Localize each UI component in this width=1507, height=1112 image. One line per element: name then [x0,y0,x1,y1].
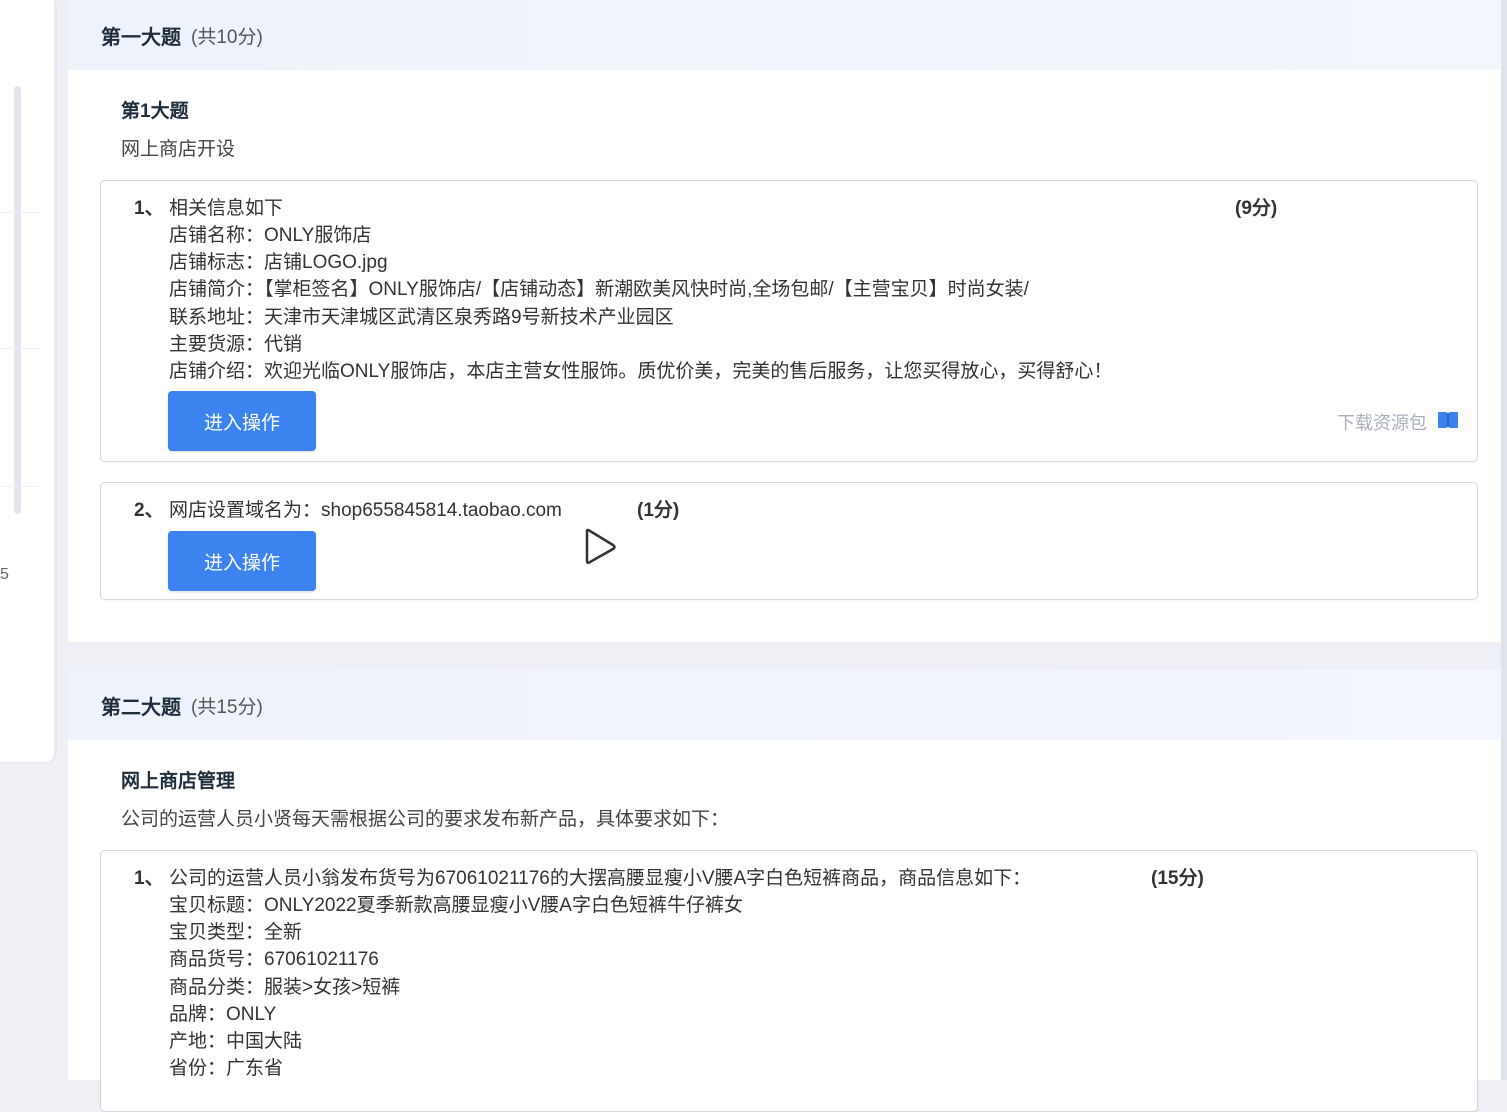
section-title: 第二大题 [101,696,181,719]
sidebar-divider [0,212,40,213]
section-body-1: 第1大题 网上商店开设 1、 相关信息如下 店铺名称：ONLY服饰店 店铺标志：… [68,70,1507,642]
download-resource-link[interactable]: 下载资源包 [1337,409,1459,435]
info-line: 品牌：ONLY [169,1004,277,1025]
info-line: 主要货源：代销 [169,334,303,355]
mouse-cursor-icon [583,528,617,571]
question-card-2: 2、 网店设置域名为：shop655845814.taobao.com (1分)… [100,482,1478,600]
info-line: 省份：广东省 [169,1058,284,1079]
sub-description: 网上商店开设 [121,139,236,160]
info-line: 商品分类：服装>女孩>短裤 [169,977,401,998]
section-header-2: 第二大题 (共15分) [68,670,1507,740]
info-line: 商品货号：67061021176 [169,949,379,970]
enter-operation-button[interactable]: 进入操作 [168,531,316,591]
info-line: 店铺标志：店铺LOGO.jpg [169,252,388,273]
sub-description: 公司的运营人员小贤每天需根据公司的要求发布新产品，具体要求如下： [121,809,730,830]
info-line: 宝贝标题：ONLY2022夏季新款高腰显瘦小V腰A字白色短裤牛仔裤女 [169,895,743,916]
info-line: 宝贝类型：全新 [169,922,303,943]
sidebar-item-number[interactable]: 5 [0,566,9,584]
sidebar-divider [0,348,40,349]
question-score: (1分) [637,500,680,521]
main-content: 第一大题 (共10分) 第1大题 网上商店开设 1、 相关信息如下 店铺名称：O… [68,0,1507,1112]
section-score: (共15分) [191,696,263,718]
question-text: 相关信息如下 [169,198,284,219]
info-line: 联系地址：天津市天津城区武清区泉秀路9号新技术产业园区 [169,307,674,328]
sidebar-scrollbar[interactable] [14,86,21,514]
section-title: 第一大题 [101,26,181,49]
question-card-1: 1、 相关信息如下 店铺名称：ONLY服饰店 店铺标志：店铺LOGO.jpg 店… [100,180,1478,462]
question-number: 1、 [134,198,164,219]
info-line: 店铺名称：ONLY服饰店 [169,225,372,246]
question-card-3: 1、 公司的运营人员小翁发布货号为67061021176的大摆高腰显瘦小V腰A字… [100,850,1478,1112]
download-label: 下载资源包 [1337,413,1427,433]
question-score: (15分) [1151,868,1204,889]
window-edge [1501,0,1507,1080]
question-text: 公司的运营人员小翁发布货号为67061021176的大摆高腰显瘦小V腰A字白色短… [169,868,1032,889]
sidebar-divider [0,486,40,487]
section-header-1: 第一大题 (共10分) [68,0,1507,70]
info-line: 店铺介绍：欢迎光临ONLY服饰店，本店主营女性服饰。质优价美，完美的售后服务，让… [169,361,1113,382]
question-number: 1、 [134,868,164,889]
question-number: 2、 [134,500,164,521]
left-sidebar: 5 [0,0,54,762]
section-score: (共10分) [191,26,263,48]
question-score: (9分) [1235,198,1278,219]
sub-heading: 第1大题 [121,101,189,122]
section-body-2: 网上商店管理 公司的运营人员小贤每天需根据公司的要求发布新产品，具体要求如下： … [68,740,1507,1112]
book-icon [1437,410,1459,435]
info-line: 店铺简介：【掌柜签名】ONLY服饰店/【店铺动态】新潮欧美风快时尚,全场包邮/【… [169,279,1029,300]
sub-heading: 网上商店管理 [121,771,236,792]
question-text: 网店设置域名为：shop655845814.taobao.com [169,500,562,521]
info-line: 产地：中国大陆 [169,1031,303,1052]
enter-operation-button[interactable]: 进入操作 [168,391,316,451]
